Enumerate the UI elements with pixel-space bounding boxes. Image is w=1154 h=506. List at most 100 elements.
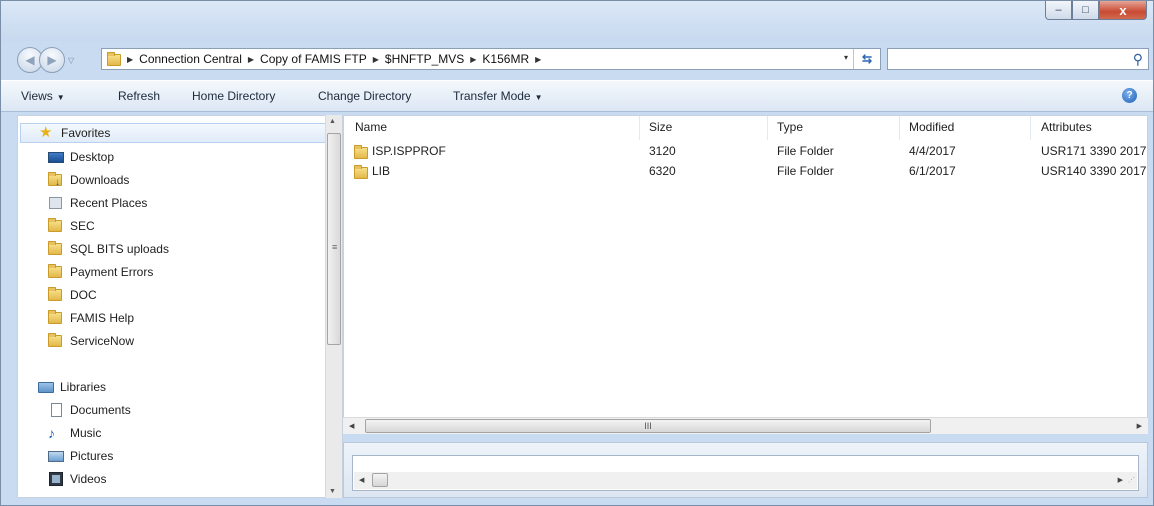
navigation-row: ◀ ▶ ▽ ▶ Connection Central ▶ Copy of FAM… (1, 41, 1153, 75)
sidebar-item-label: SEC (70, 219, 95, 233)
sidebar-item-recent-places[interactable]: Recent Places (48, 193, 147, 213)
music-icon: ♪ (48, 425, 55, 441)
folder-icon (107, 52, 121, 66)
folder-icon (48, 310, 64, 326)
documents-icon (48, 402, 64, 418)
sidebar-item-favorites[interactable]: ★ Favorites (20, 123, 328, 143)
refresh-icon[interactable]: ⇆ (853, 49, 880, 69)
column-header-type[interactable]: Type (777, 120, 803, 134)
column-header-modified[interactable]: Modified (909, 120, 954, 134)
grip-icon: III (644, 421, 652, 431)
scrollbar-thumb[interactable]: III (365, 419, 931, 433)
change-directory-button[interactable]: Change Directory (318, 89, 411, 103)
recent-pages-dropdown[interactable]: ▽ (68, 56, 74, 65)
file-modified: 6/1/2017 (909, 164, 956, 178)
folder-icon (48, 264, 64, 280)
libraries-icon (38, 379, 54, 395)
sidebar-item-label: DOC (70, 288, 97, 302)
scroll-up-icon[interactable]: ▲ (329, 118, 336, 125)
breadcrumb-separator-icon[interactable]: ▶ (248, 55, 254, 64)
search-icon[interactable]: ⚲ (1133, 51, 1143, 68)
scroll-down-icon[interactable]: ▼ (329, 488, 336, 495)
file-type: File Folder (777, 144, 834, 158)
sidebar-item-label: Downloads (70, 173, 130, 187)
details-scrollbar[interactable]: ◀ ▶ ⋰ (354, 472, 1137, 489)
recent-places-icon (48, 195, 64, 211)
chevron-down-icon: ▼ (534, 93, 543, 102)
folder-icon (48, 287, 64, 303)
sidebar-item-documents[interactable]: Documents (48, 400, 131, 420)
sidebar-item-payment-errors[interactable]: Payment Errors (48, 262, 153, 282)
folder-icon (48, 333, 64, 349)
transfer-mode-button[interactable]: Transfer Mode ▼ (453, 89, 543, 103)
scrollbar-thumb[interactable] (372, 473, 388, 487)
close-button[interactable]: x (1099, 1, 1147, 20)
maximize-button[interactable]: □ (1072, 1, 1099, 20)
sidebar-item-videos[interactable]: Videos (48, 469, 106, 489)
chevron-down-icon: ▼ (56, 93, 65, 102)
scrollbar-thumb[interactable]: ≡ (327, 133, 341, 345)
file-list-scrollbar[interactable]: ◀ III ▶ (343, 417, 1148, 434)
breadcrumb-item[interactable]: $HNFTP_MVS (385, 52, 464, 66)
nav-buttons: ◀ ▶ ▽ (17, 47, 74, 73)
column-divider[interactable] (1030, 116, 1031, 140)
file-name: LIB (372, 164, 391, 178)
column-divider[interactable] (899, 116, 900, 140)
scroll-right-icon[interactable]: ▶ (1137, 422, 1142, 430)
sidebar-item-servicenow[interactable]: ServiceNow (48, 331, 134, 351)
sidebar-item-label: Favorites (61, 126, 111, 140)
breadcrumb-separator-icon[interactable]: ▶ (535, 55, 541, 64)
column-header-attributes[interactable]: Attributes (1041, 120, 1092, 134)
sidebar-item-label: Payment Errors (70, 265, 154, 279)
breadcrumb-item[interactable]: K156MR (482, 52, 529, 66)
breadcrumb-separator-icon[interactable]: ▶ (373, 55, 379, 64)
sidebar-item-label: Recent Places (70, 196, 148, 210)
minimize-button[interactable]: – (1045, 1, 1072, 20)
sidebar-item-libraries[interactable]: Libraries (38, 377, 106, 397)
views-button[interactable]: Views ▼ (21, 89, 65, 103)
navigation-pane-scrollbar[interactable]: ▲ ≡ ▼ (325, 115, 342, 498)
grip-icon: ≡ (332, 242, 338, 252)
resize-grip-icon[interactable]: ⋰ (1128, 476, 1135, 484)
sidebar-item-doc[interactable]: DOC (48, 285, 97, 305)
help-icon[interactable]: ? (1122, 88, 1137, 103)
sidebar-item-downloads[interactable]: ↓ Downloads (48, 170, 129, 190)
sidebar-item-music[interactable]: ♪ Music (48, 423, 101, 443)
column-header-size[interactable]: Size (649, 120, 672, 134)
column-divider[interactable] (767, 116, 768, 140)
sidebar-item-label: SQL BITS uploads (70, 242, 169, 256)
table-row[interactable]: ISP.ISPPROF 3120 File Folder 4/4/2017 US… (344, 142, 1147, 160)
breadcrumb-item[interactable]: Copy of FAMIS FTP (260, 52, 367, 66)
search-input[interactable]: ⚲ (887, 48, 1149, 70)
breadcrumb-item[interactable]: Connection Central (139, 52, 242, 66)
title-bar: – □ x (1, 1, 1153, 41)
table-row[interactable]: LIB 6320 File Folder 6/1/2017 USR140 339… (344, 162, 1147, 180)
star-icon: ★ (39, 124, 53, 141)
sidebar-item-pictures[interactable]: Pictures (48, 446, 113, 466)
folder-icon (48, 241, 64, 257)
breadcrumb-separator-icon[interactable]: ▶ (127, 55, 133, 64)
file-attributes: USR140 3390 2017 (1041, 164, 1147, 178)
sidebar-item-sec[interactable]: SEC (48, 216, 95, 236)
home-directory-button[interactable]: Home Directory (192, 89, 275, 103)
sidebar-item-famis-help[interactable]: FAMIS Help (48, 308, 134, 328)
scroll-left-icon[interactable]: ◀ (349, 422, 354, 430)
sidebar-item-desktop[interactable]: Desktop (48, 147, 114, 167)
address-bar[interactable]: ▶ Connection Central ▶ Copy of FAMIS FTP… (101, 48, 881, 70)
refresh-button[interactable]: Refresh (118, 89, 160, 103)
file-type: File Folder (777, 164, 834, 178)
sidebar-item-label: Documents (70, 403, 131, 417)
sidebar-item-sql-bits-uploads[interactable]: SQL BITS uploads (48, 239, 169, 259)
folder-icon (354, 145, 368, 159)
views-label: Views (21, 89, 53, 103)
forward-button[interactable]: ▶ (39, 47, 65, 73)
sidebar-item-label: ServiceNow (70, 334, 135, 348)
column-divider[interactable] (639, 116, 640, 140)
scroll-left-icon[interactable]: ◀ (359, 476, 364, 484)
scroll-right-icon[interactable]: ▶ (1118, 476, 1123, 484)
sidebar-item-label: Libraries (60, 380, 107, 394)
breadcrumb-separator-icon[interactable]: ▶ (470, 55, 476, 64)
address-dropdown-icon[interactable]: ▾ (844, 53, 848, 62)
column-header-name[interactable]: Name (355, 120, 387, 134)
sidebar-item-label: Music (70, 426, 102, 440)
